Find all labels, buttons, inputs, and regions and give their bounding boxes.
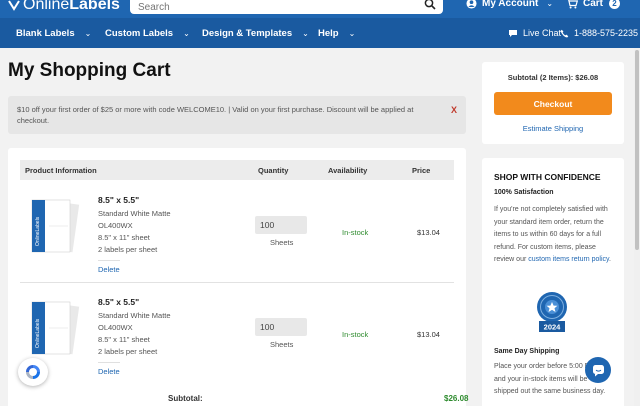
header-quantity: Quantity <box>258 166 289 175</box>
chevron-down-icon: ⌄ <box>183 29 190 38</box>
estimate-shipping-link[interactable]: Estimate Shipping <box>482 124 624 133</box>
product-thumbnail[interactable]: OnlineLabels <box>26 196 86 258</box>
item-price: $13.04 <box>417 330 440 339</box>
search-icon[interactable] <box>424 0 436 10</box>
subtotal-value: $26.08 <box>444 394 469 403</box>
quantity-unit: Sheets <box>270 238 294 247</box>
product-name[interactable]: 8.5" x 5.5" <box>98 195 139 205</box>
product-material: Standard White Matte <box>98 209 171 218</box>
product-sheet-size: 8.5" x 11" sheet <box>98 233 150 242</box>
page-title: My Shopping Cart <box>8 60 171 81</box>
logo-icon <box>8 0 20 11</box>
satisfaction-title: 100% Satisfaction <box>494 189 554 196</box>
phone-number: 1-888-575-2235 <box>574 28 639 38</box>
cart-subtotal-row: Subtotal: $26.08 <box>0 388 469 406</box>
chevron-down-icon: ⌄ <box>84 29 92 38</box>
nav-help[interactable]: Help ⌄ <box>318 28 355 39</box>
header-availability: Availability <box>328 166 368 175</box>
search-input[interactable] <box>130 0 410 16</box>
quantity-input[interactable] <box>255 318 307 336</box>
product-material: Standard White Matte <box>98 311 171 320</box>
order-summary: Subtotal (2 Items): $26.08 Checkout Esti… <box>482 62 624 144</box>
product-labels-per-sheet: 2 labels per sheet <box>98 245 158 254</box>
product-thumbnail[interactable]: OnlineLabels <box>26 298 86 360</box>
satisfaction-body: If you're not completely satisfied with … <box>494 206 608 263</box>
promo-close-button[interactable]: X <box>451 105 457 116</box>
cart-count-badge: 2 <box>609 0 621 9</box>
promo-text: $10 off your first order of $25 or more … <box>17 105 414 125</box>
table-header: Product Information Quantity Availabilit… <box>20 160 454 180</box>
satisfaction-end: . <box>609 256 611 263</box>
header-price: Price <box>412 166 431 175</box>
main-nav: Blank Labels ⌄ Custom Labels ⌄ Design & Te… <box>0 18 640 48</box>
cart-link[interactable]: Cart 2 <box>566 0 621 9</box>
phone-icon <box>560 29 569 38</box>
excellence-award-badge-icon: 2024 <box>537 292 567 332</box>
nav-design-templates[interactable]: Design & Templates ⌄ <box>202 28 309 39</box>
product-sku: OL400WX <box>98 323 133 332</box>
summary-subtotal: Subtotal (2 Items): $26.08 <box>507 73 599 82</box>
user-icon <box>466 0 477 9</box>
same-day-shipping-title: Same Day Shipping <box>494 348 560 355</box>
live-chat-label: Live Chat <box>523 28 562 38</box>
recaptcha-badge[interactable] <box>18 358 48 386</box>
nav-design-templates-label: Design & Templates <box>202 28 293 39</box>
svg-text:OnlineLabels: OnlineLabels <box>35 318 41 348</box>
nav-blank-labels[interactable]: Blank Labels ⌄ <box>16 28 91 39</box>
table-row: OnlineLabels 8.5" x 5.5" Standard White … <box>20 282 454 386</box>
chevron-down-icon: ⌄ <box>546 0 554 8</box>
page-scrollbar[interactable] <box>634 48 640 406</box>
phone-link[interactable]: 1-888-575-2235 <box>560 28 638 38</box>
cart-label: Cart <box>583 0 604 9</box>
site-logo[interactable]: Online Labels <box>8 0 120 14</box>
svg-text:OnlineLabels: OnlineLabels <box>35 216 41 246</box>
logo-text-online: Online <box>23 0 70 13</box>
logo-text-labels: Labels <box>69 0 120 13</box>
table-row: OnlineLabels 8.5" x 5.5" Standard White … <box>20 180 454 284</box>
search-box <box>130 0 443 16</box>
recaptcha-icon <box>26 365 40 379</box>
delete-item-link[interactable]: Delete <box>98 260 120 274</box>
confidence-title: SHOP WITH CONFIDENCE <box>494 172 601 182</box>
header-product-information: Product Information <box>25 166 97 175</box>
chat-icon <box>592 364 604 376</box>
product-sheet-size: 8.5" x 11" sheet <box>98 335 150 344</box>
checkout-button[interactable]: Checkout <box>494 92 612 115</box>
badge-year: 2024 <box>544 323 562 332</box>
live-chat-link[interactable]: Live Chat <box>508 28 561 38</box>
satisfaction-text: If you're not completely satisfied with … <box>494 204 612 267</box>
product-labels-per-sheet: 2 labels per sheet <box>98 347 158 356</box>
nav-help-label: Help <box>318 28 339 39</box>
cart-icon <box>568 0 578 9</box>
delete-item-link[interactable]: Delete <box>98 362 120 376</box>
chevron-down-icon: ⌄ <box>348 29 356 38</box>
product-name[interactable]: 8.5" x 5.5" <box>98 297 139 307</box>
nav-blank-labels-label: Blank Labels <box>16 28 75 39</box>
subtotal-label: Subtotal: <box>168 394 203 403</box>
chat-bubble-icon <box>509 29 517 37</box>
scrollbar-thumb[interactable] <box>635 50 639 250</box>
promo-banner: $10 off your first order of $25 or more … <box>8 96 466 134</box>
chevron-down-icon: ⌄ <box>302 29 309 38</box>
custom-return-policy-link[interactable]: custom items return policy <box>528 256 609 263</box>
chat-widget-button[interactable] <box>585 357 611 383</box>
quantity-unit: Sheets <box>270 340 294 349</box>
item-price: $13.04 <box>417 228 440 237</box>
nav-custom-labels[interactable]: Custom Labels ⌄ <box>105 28 190 39</box>
my-account-label: My Account <box>482 0 539 9</box>
quantity-input[interactable] <box>255 216 307 234</box>
product-sku: OL400WX <box>98 221 133 230</box>
my-account-menu[interactable]: My Account ⌄ <box>466 0 553 9</box>
nav-custom-labels-label: Custom Labels <box>105 28 174 39</box>
top-header: OnlineLabels My Account ⌄ Cart 2 <box>0 0 640 18</box>
availability-status: In-stock <box>342 330 369 339</box>
cart-items-panel: Product Information Quantity Availabilit… <box>8 148 466 406</box>
availability-status: In-stock <box>342 228 369 237</box>
